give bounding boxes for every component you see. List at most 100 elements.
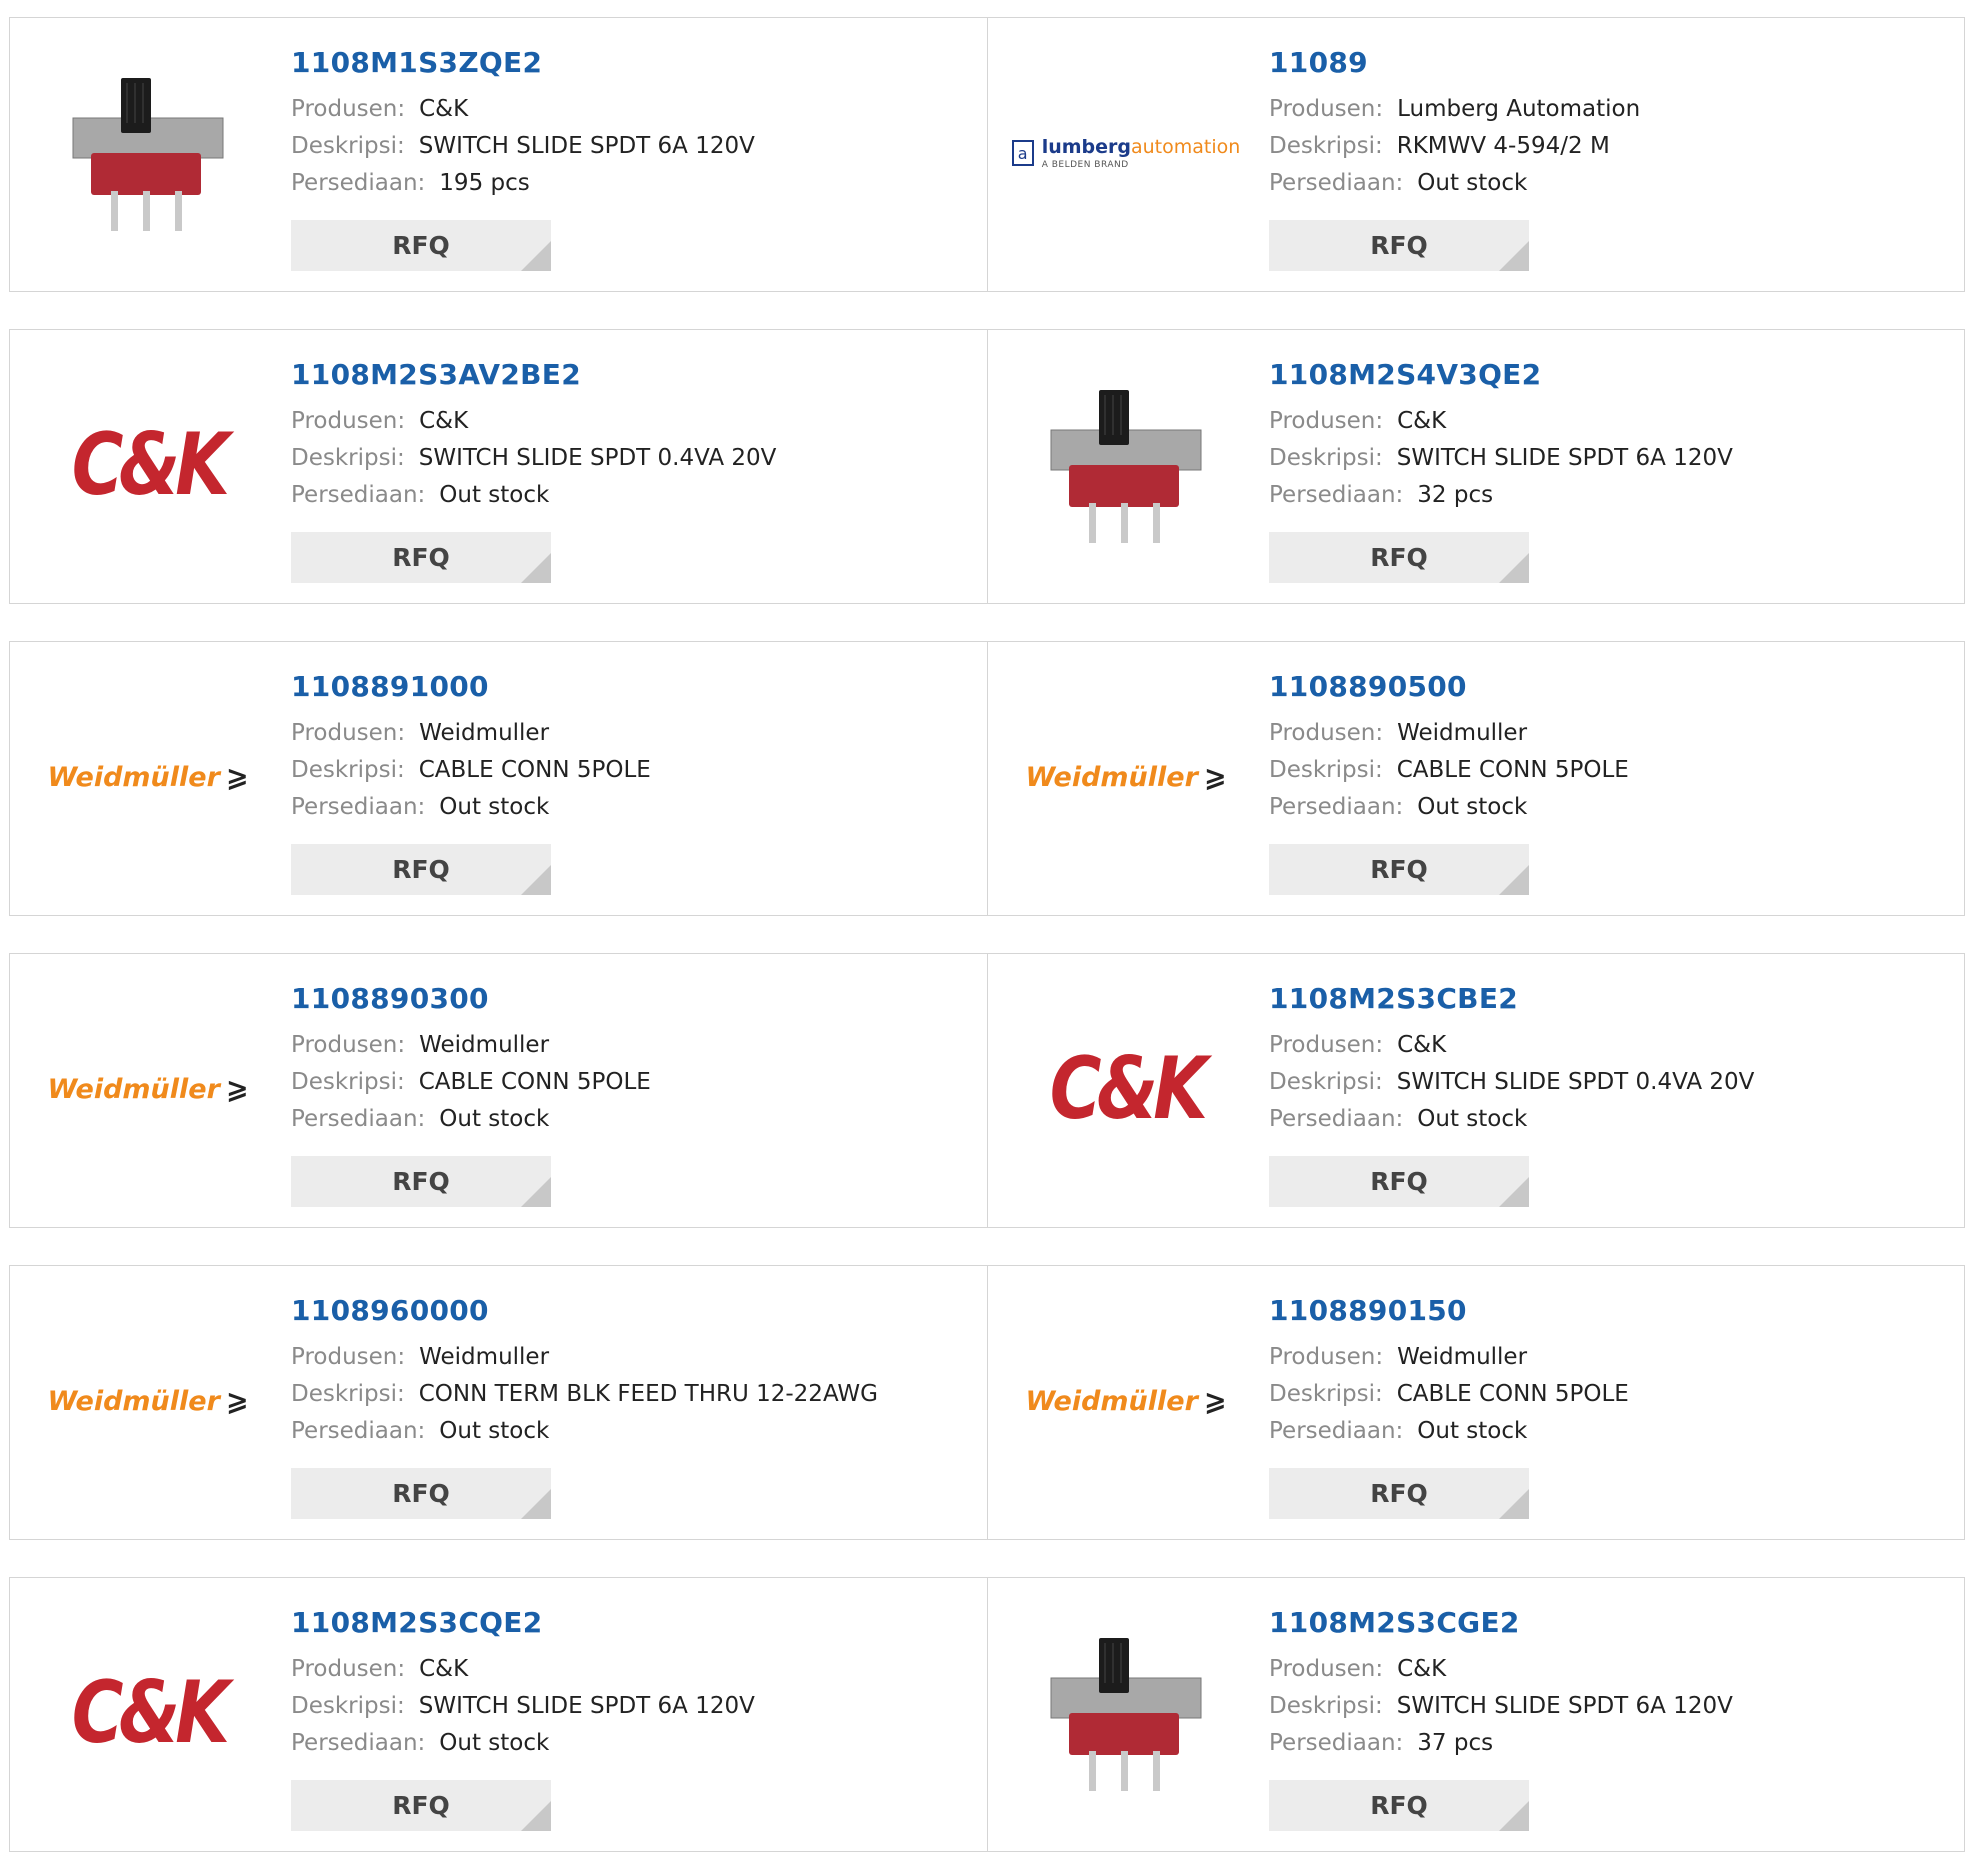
product-info: 1108890150 Produsen: Weidmuller Deskripsi: C… <box>1269 1294 1629 1450</box>
product-thumbnail[interactable] <box>48 58 248 248</box>
part-number-link[interactable]: 1108M2S3AV2BE2 <box>291 358 776 391</box>
stock-label: Persediaan: <box>1269 1418 1404 1444</box>
manufacturer-row: Produsen: Lumberg Automation <box>1269 91 1640 128</box>
rfq-button[interactable]: RFQ <box>1269 1468 1529 1519</box>
rfq-label: RFQ <box>1370 1167 1428 1196</box>
rfq-button[interactable]: RFQ <box>1269 220 1529 271</box>
product-info: 1108M2S3CGE2 Produsen: C&K Deskripsi: SWITCH… <box>1269 1606 1733 1762</box>
part-number-link[interactable]: 1108M2S3CGE2 <box>1269 1606 1733 1639</box>
product-card: a lumbergautomation A BELDEN BRAND 11089 Pro… <box>988 17 1965 292</box>
stock-value: Out stock <box>439 1418 550 1444</box>
manufacturer-label: Produsen: <box>291 720 406 746</box>
weidmuller-logo: Weidmüller ⩾ <box>47 1073 249 1105</box>
lumberg-automation-logo: a lumbergautomation A BELDEN BRAND <box>1011 136 1240 170</box>
weidmuller-mark-icon: ⩾ <box>1203 1385 1227 1417</box>
rfq-label: RFQ <box>392 231 450 260</box>
manufacturer-row: Produsen: C&K <box>1269 1027 1754 1064</box>
product-thumbnail[interactable]: Weidmüller ⩾ <box>1025 1306 1227 1496</box>
part-number-link[interactable]: 1108890150 <box>1269 1294 1629 1327</box>
rfq-button[interactable]: RFQ <box>1269 1156 1529 1207</box>
product-thumbnail[interactable]: Weidmüller ⩾ <box>47 682 249 872</box>
manufacturer-label: Produsen: <box>1269 1344 1384 1370</box>
manufacturer-row: Produsen: C&K <box>1269 403 1733 440</box>
description-label: Deskripsi: <box>291 445 405 471</box>
product-info: 1108890300 Produsen: Weidmuller Deskripsi: C… <box>291 982 651 1138</box>
product-thumbnail[interactable] <box>1026 370 1226 560</box>
description-value: SWITCH SLIDE SPDT 6A 120V <box>418 133 755 159</box>
product-thumbnail[interactable] <box>1026 1618 1226 1808</box>
stock-row: Persediaan: 32 pcs <box>1269 477 1733 514</box>
stock-value: Out stock <box>1417 1418 1528 1444</box>
product-thumbnail[interactable]: C&K <box>48 1618 248 1808</box>
manufacturer-row: Produsen: C&K <box>291 1651 755 1688</box>
product-info: 1108891000 Produsen: Weidmuller Deskripsi: C… <box>291 670 651 826</box>
manufacturer-label: Produsen: <box>291 408 406 434</box>
rfq-button[interactable]: RFQ <box>291 532 551 583</box>
weidmuller-logo: Weidmüller ⩾ <box>1025 761 1227 793</box>
manufacturer-value: Weidmuller <box>419 720 550 746</box>
rfq-label: RFQ <box>392 543 450 572</box>
weidmuller-mark-icon: ⩾ <box>225 761 249 793</box>
part-number-link[interactable]: 1108890500 <box>1269 670 1629 703</box>
manufacturer-value: C&K <box>419 1656 469 1682</box>
description-row: Deskripsi: CABLE CONN 5POLE <box>1269 752 1629 789</box>
product-info: 1108M2S4V3QE2 Produsen: C&K Deskripsi: SWITC… <box>1269 358 1733 514</box>
corner-decoration <box>1499 1489 1529 1519</box>
product-thumbnail[interactable]: C&K <box>1026 994 1226 1184</box>
manufacturer-label: Produsen: <box>1269 1656 1384 1682</box>
part-number-link[interactable]: 1108890300 <box>291 982 651 1015</box>
product-thumbnail[interactable]: Weidmüller ⩾ <box>1025 682 1227 872</box>
description-row: Deskripsi: SWITCH SLIDE SPDT 0.4VA 20V <box>291 440 776 477</box>
rfq-label: RFQ <box>1370 1791 1428 1820</box>
stock-row: Persediaan: Out stock <box>1269 1413 1629 1450</box>
stock-row: Persediaan: Out stock <box>291 477 776 514</box>
rfq-button[interactable]: RFQ <box>291 1780 551 1831</box>
rfq-label: RFQ <box>392 1791 450 1820</box>
description-value: SWITCH SLIDE SPDT 0.4VA 20V <box>418 445 777 471</box>
description-row: Deskripsi: RKMWV 4-594/2 M <box>1269 128 1640 165</box>
manufacturer-label: Produsen: <box>291 96 406 122</box>
rfq-button[interactable]: RFQ <box>291 1468 551 1519</box>
corner-decoration <box>521 1489 551 1519</box>
ck-logo: C&K <box>71 1663 229 1763</box>
slide-switch-image <box>72 78 224 231</box>
description-value: SWITCH SLIDE SPDT 6A 120V <box>1396 445 1733 471</box>
product-thumbnail[interactable]: Weidmüller ⩾ <box>47 994 249 1184</box>
description-label: Deskripsi: <box>1269 1069 1383 1095</box>
part-number-link[interactable]: 1108960000 <box>291 1294 878 1327</box>
rfq-button[interactable]: RFQ <box>1269 1780 1529 1831</box>
product-card: Weidmüller ⩾ 1108960000 Produsen: Weidmuller… <box>9 1265 988 1540</box>
stock-value: Out stock <box>1417 1106 1528 1132</box>
product-thumbnail[interactable]: Weidmüller ⩾ <box>47 1306 248 1496</box>
rfq-button[interactable]: RFQ <box>291 220 551 271</box>
part-number-link[interactable]: 1108M2S4V3QE2 <box>1269 358 1733 391</box>
stock-label: Persediaan: <box>291 794 426 820</box>
rfq-button[interactable]: RFQ <box>291 1156 551 1207</box>
part-number-link[interactable]: 1108M2S3CBE2 <box>1269 982 1754 1015</box>
rfq-button[interactable]: RFQ <box>1269 532 1529 583</box>
part-number-link[interactable]: 11089 <box>1269 46 1640 79</box>
product-card: Weidmüller ⩾ 1108890500 Produsen: Weidmuller… <box>988 641 1965 916</box>
ck-logo: C&K <box>71 415 229 515</box>
description-value: CABLE CONN 5POLE <box>1396 1381 1629 1407</box>
manufacturer-label: Produsen: <box>1269 408 1384 434</box>
product-card: 1108M2S3CGE2 Produsen: C&K Deskripsi: SWITCH… <box>988 1577 1965 1852</box>
lumberg-mark-icon: a <box>1011 140 1034 166</box>
manufacturer-row: Produsen: Weidmuller <box>291 1339 878 1376</box>
rfq-button[interactable]: RFQ <box>291 844 551 895</box>
description-label: Deskripsi: <box>291 1381 405 1407</box>
stock-label: Persediaan: <box>291 1730 426 1756</box>
stock-row: Persediaan: Out stock <box>1269 789 1629 826</box>
product-thumbnail[interactable]: C&K <box>48 370 248 560</box>
description-row: Deskripsi: SWITCH SLIDE SPDT 6A 120V <box>291 128 755 165</box>
part-number-link[interactable]: 1108891000 <box>291 670 651 703</box>
rfq-button[interactable]: RFQ <box>1269 844 1529 895</box>
stock-row: Persediaan: Out stock <box>291 1725 755 1762</box>
part-number-link[interactable]: 1108M1S3ZQE2 <box>291 46 755 79</box>
product-thumbnail[interactable]: a lumbergautomation A BELDEN BRAND <box>1011 58 1240 248</box>
corner-decoration <box>1499 241 1529 271</box>
stock-row: Persediaan: Out stock <box>291 1101 651 1138</box>
manufacturer-row: Produsen: C&K <box>291 91 755 128</box>
weidmuller-mark-icon: ⩾ <box>225 1073 249 1105</box>
part-number-link[interactable]: 1108M2S3CQE2 <box>291 1606 755 1639</box>
